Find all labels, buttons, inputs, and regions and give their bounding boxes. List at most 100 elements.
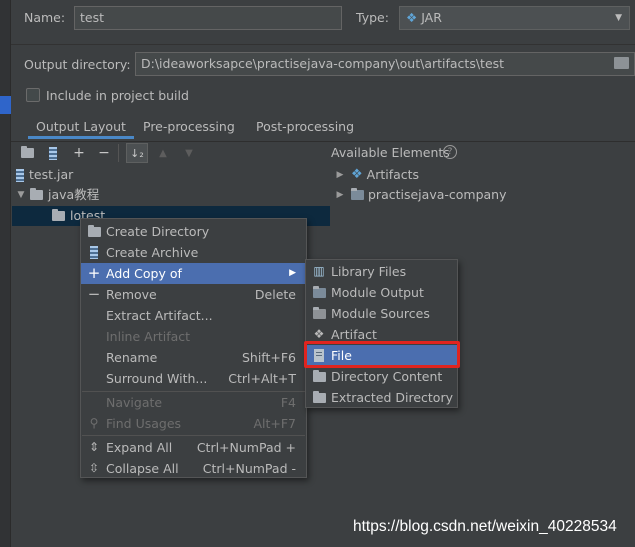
menu-item-rename[interactable]: Rename Shift+F6 (81, 347, 306, 368)
add-copy-submenu: ▥ Library Files Module Output Module Sou… (305, 259, 458, 408)
menu-item-surround-with[interactable]: Surround With... Ctrl+Alt+T (81, 368, 306, 389)
help-icon[interactable]: ? (443, 145, 457, 159)
expand-arrow-icon[interactable]: ▶ (333, 165, 347, 185)
module-sources-icon (310, 306, 328, 319)
menu-item-extract-artifact[interactable]: Extract Artifact... (81, 305, 306, 326)
menu-item-label: Remove (106, 287, 157, 302)
plus-icon: + (87, 264, 101, 282)
available-item-module-label: practisejava-company (368, 187, 507, 202)
create-directory-icon[interactable] (18, 144, 36, 162)
submenu-item-label: Library Files (331, 264, 407, 279)
tab-output-layout[interactable]: Output Layout (28, 115, 134, 139)
tree-item-root[interactable]: test.jar (16, 165, 73, 185)
submenu-item-directory-content[interactable]: Directory Content (306, 366, 457, 387)
menu-item-shortcut: Ctrl+NumPad + (196, 440, 296, 455)
menu-item-shortcut: Ctrl+NumPad - (202, 461, 296, 476)
expand-arrow-icon[interactable]: ▼ (14, 185, 28, 205)
type-label: Type: (356, 10, 389, 25)
highlight-box (304, 341, 460, 368)
folder-icon (52, 209, 65, 221)
menu-item-label: Add Copy of (106, 266, 182, 281)
menu-item-create-directory[interactable]: Create Directory (81, 221, 306, 242)
search-icon: ⚲ (89, 416, 99, 430)
menu-item-shortcut: F4 (280, 395, 296, 410)
menu-item-label: Expand All (106, 440, 173, 455)
tree-item-root-label: test.jar (29, 167, 74, 182)
menu-item-shortcut: Delete (254, 287, 296, 302)
tree-item-folder[interactable]: ▼ java教程 (14, 185, 100, 205)
menu-item-label: Collapse All (106, 461, 179, 476)
menu-item-create-archive[interactable]: Create Archive (81, 242, 306, 263)
menu-item-inline-artifact: Inline Artifact (81, 326, 306, 347)
menu-item-shortcut: Shift+F6 (241, 350, 296, 365)
watermark-text: https://blog.csdn.net/weixin_40228534 (353, 518, 617, 535)
expand-arrow-icon[interactable]: ▶ (333, 185, 347, 205)
menu-item-collapse-all[interactable]: ⇳ Collapse All Ctrl+NumPad - (81, 458, 306, 479)
module-folder-icon (351, 188, 364, 200)
archive-icon (85, 246, 103, 259)
output-directory-label: Output directory: (24, 57, 131, 72)
name-label: Name: (24, 10, 66, 25)
expand-all-icon: ⇕ (88, 440, 100, 454)
folder-icon (30, 188, 43, 200)
archive-icon[interactable] (44, 144, 62, 162)
tab-post-processing[interactable]: Post-processing (256, 115, 354, 139)
tree-item-folder-label: java教程 (48, 187, 100, 202)
available-item-artifacts-label: Artifacts (366, 167, 420, 182)
remove-icon[interactable]: − (95, 144, 113, 162)
menu-item-label: Find Usages (106, 416, 182, 431)
menu-item-remove[interactable]: − Remove Delete (81, 284, 306, 305)
sort-icon[interactable]: ↓₂ (126, 143, 148, 163)
artifact-icon: ❖ (351, 167, 363, 182)
header-divider (11, 44, 635, 45)
available-item-artifacts[interactable]: ▶ ❖ Artifacts (333, 165, 420, 185)
menu-item-expand-all[interactable]: ⇕ Expand All Ctrl+NumPad + (81, 437, 306, 458)
menu-item-label: Create Directory (106, 224, 210, 239)
submenu-item-library-files[interactable]: ▥ Library Files (306, 261, 457, 282)
browse-folder-icon[interactable] (614, 57, 629, 69)
submenu-item-extracted-directory[interactable]: Extracted Directory (306, 387, 457, 408)
submenu-item-label: Extracted Directory (331, 390, 453, 405)
menu-item-shortcut: Ctrl+Alt+T (228, 371, 296, 386)
submenu-item-label: Module Output (331, 285, 424, 300)
name-input[interactable]: test (74, 6, 342, 30)
menu-item-label: Create Archive (106, 245, 199, 260)
tabs-divider (11, 141, 635, 142)
menu-item-label: Inline Artifact (106, 329, 191, 344)
submenu-item-label: Directory Content (331, 369, 443, 384)
submenu-arrow-icon: ▶ (289, 268, 296, 278)
type-select[interactable]: ❖ JAR ▼ (399, 6, 630, 30)
folder-icon (310, 369, 328, 382)
output-directory-input[interactable]: D:\ideaworksapce\practisejava-company\ou… (135, 52, 635, 76)
jar-type-icon: ❖ (406, 10, 418, 25)
menu-item-shortcut: Alt+F7 (253, 416, 296, 431)
context-menu: Create Directory Create Archive + Add Co… (80, 218, 307, 478)
toolbar-separator (118, 144, 119, 162)
move-up-icon[interactable]: ▲ (154, 144, 172, 162)
menu-item-label: Surround With... (106, 371, 208, 386)
submenu-item-module-output[interactable]: Module Output (306, 282, 457, 303)
menu-item-navigate: Navigate F4 (81, 392, 306, 413)
menu-item-find-usages: ⚲ Find Usages Alt+F7 (81, 413, 306, 434)
left-strip-selection-marker (0, 96, 11, 114)
move-down-icon[interactable]: ▼ (180, 144, 198, 162)
menu-item-add-copy-of[interactable]: + Add Copy of ▶ (81, 263, 306, 284)
menu-separator (82, 435, 305, 436)
submenu-item-label: Module Sources (331, 306, 430, 321)
chevron-down-icon: ▼ (615, 13, 622, 23)
add-copy-icon[interactable]: + (70, 144, 88, 162)
menu-item-label: Extract Artifact... (106, 308, 213, 323)
available-item-module[interactable]: ▶ practisejava-company (333, 185, 507, 205)
tab-pre-processing[interactable]: Pre-processing (143, 115, 235, 139)
collapse-all-icon: ⇳ (88, 461, 100, 475)
menu-item-label: Rename (106, 350, 158, 365)
menu-item-label: Navigate (106, 395, 163, 410)
include-in-build-checkbox[interactable] (26, 88, 40, 102)
library-icon: ▥ (313, 264, 325, 278)
submenu-item-module-sources[interactable]: Module Sources (306, 303, 457, 324)
type-select-value: JAR (421, 10, 442, 25)
create-directory-icon (85, 224, 103, 237)
left-tool-strip (0, 0, 11, 547)
module-output-icon (310, 285, 328, 298)
extracted-directory-icon (310, 390, 328, 403)
